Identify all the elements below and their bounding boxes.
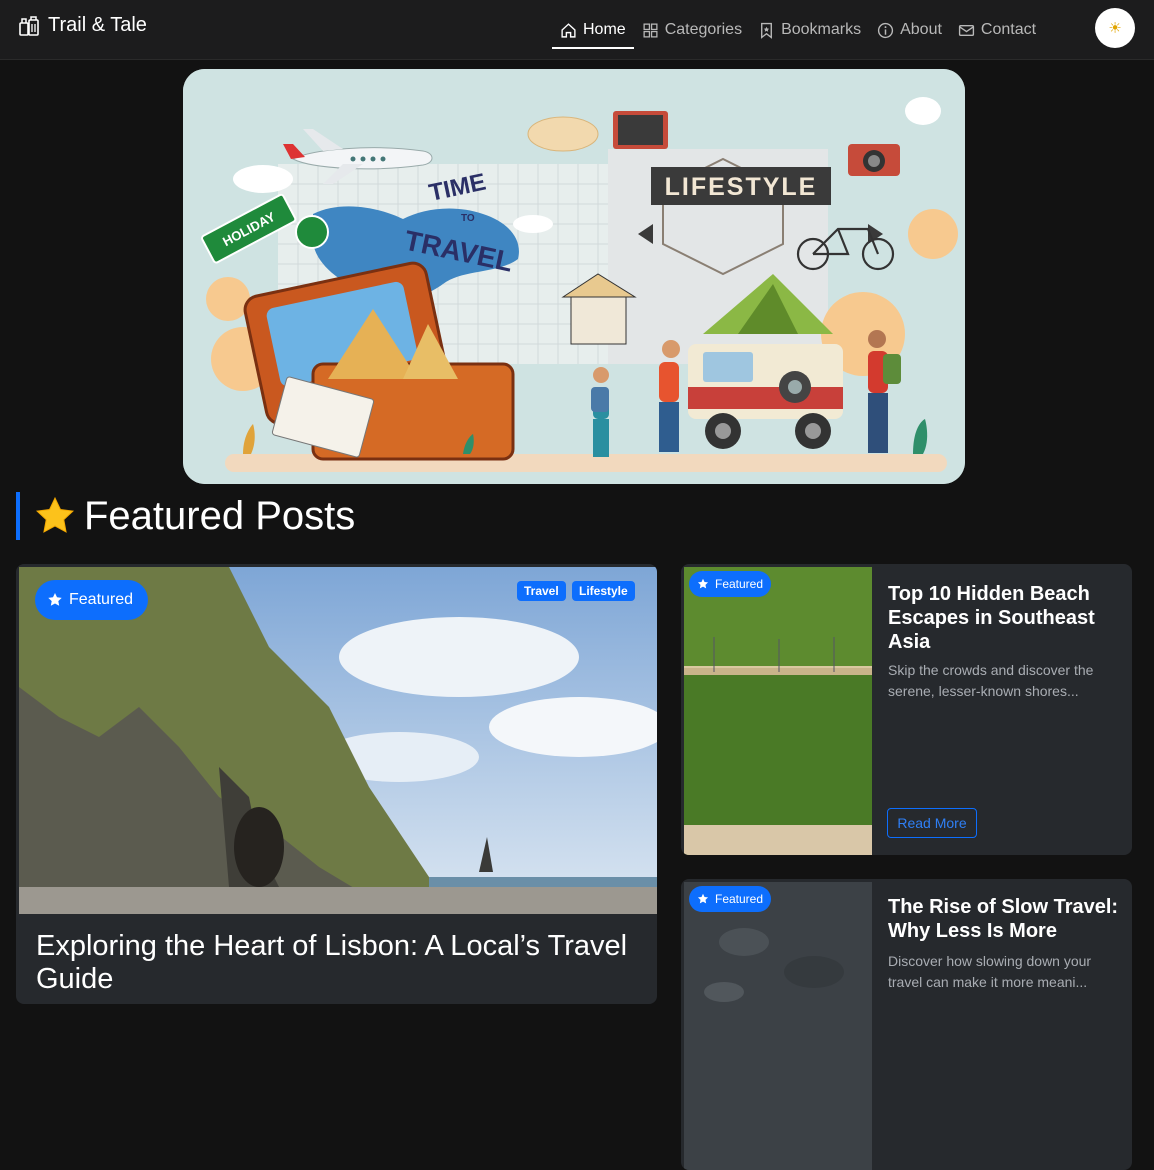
nav-home-label: Home [583, 21, 626, 38]
nav-bookmarks-label: Bookmarks [781, 21, 862, 38]
nav-home[interactable]: Home [552, 0, 634, 60]
featured-post-card-main[interactable]: Featured Travel Lifestyle Exploring the … [16, 564, 657, 1004]
nav-contact[interactable]: Contact [950, 0, 1044, 60]
theme-toggle-button[interactable]: ☀ [1095, 8, 1135, 48]
house-icon [561, 22, 576, 38]
featured-post-card-side-2[interactable]: Featured The Rise of Slow Travel: Why Le… [681, 879, 1132, 1170]
featured-posts-heading: Featured Posts [16, 491, 355, 541]
brand-name: Trail & Tale [48, 14, 147, 36]
grid-icon [643, 22, 658, 38]
nav-categories[interactable]: Categories [634, 0, 750, 60]
nav-about-label: About [900, 21, 942, 38]
top-navbar: Trail & Tale Home Categories Bookmarks A… [0, 0, 1154, 60]
read-more-button[interactable]: Read More [887, 808, 977, 838]
main-nav: Home Categories Bookmarks About Contact [552, 0, 1044, 60]
featured-post-card-side-1[interactable]: Featured Top 10 Hidden Beach Escapes in … [681, 564, 1132, 855]
post-title[interactable]: The Rise of Slow Travel: Why Less Is Mor… [888, 895, 1124, 943]
section-accent-bar [16, 492, 20, 540]
envelope-icon [958, 24, 975, 36]
featured-badge-label: Featured [69, 591, 134, 608]
nav-categories-label: Categories [664, 21, 743, 38]
featured-badge: Featured [35, 580, 149, 620]
featured-badge: Featured [689, 886, 772, 912]
post-title[interactable]: Top 10 Hidden Beach Escapes in Southeast… [888, 582, 1124, 654]
hero-lifestyle-text: LIFESTYLE [665, 173, 818, 201]
brand-link[interactable]: Trail & Tale [18, 14, 147, 37]
post-image-rocks[interactable] [684, 882, 872, 1170]
nav-about[interactable]: About [869, 0, 950, 60]
star-icon [697, 893, 709, 904]
tag-lifestyle[interactable]: Lifestyle [572, 581, 635, 601]
featured-badge-label: Featured [715, 892, 764, 906]
star-icon [697, 578, 709, 589]
sun-icon: ☀ [1108, 20, 1122, 37]
post-image-beach[interactable] [684, 567, 872, 855]
hero-illustration: HOLIDAY TIME TO TRAVEL LIFESTYLE [183, 69, 965, 484]
hero-to-text: TO [461, 213, 475, 224]
post-title[interactable]: Exploring the Heart of Lisbon: A Local’s… [36, 930, 636, 996]
post-excerpt: Discover how slowing down your travel ca… [888, 953, 1092, 990]
nav-contact-label: Contact [980, 21, 1037, 38]
info-icon [877, 22, 894, 38]
bookmark-icon [761, 22, 773, 39]
post-excerpt: Skip the crowds and discover the serene,… [888, 662, 1094, 699]
luggage-icon [19, 15, 39, 36]
featured-badge: Featured [689, 571, 772, 597]
hero-banner: HOLIDAY TIME TO TRAVEL LIFESTYLE [183, 69, 965, 484]
star-icon [35, 496, 75, 533]
section-title: Featured Posts [84, 493, 356, 538]
featured-badge-label: Featured [715, 577, 764, 591]
nav-bookmarks[interactable]: Bookmarks [750, 0, 869, 60]
tag-travel[interactable]: Travel [517, 581, 566, 601]
star-icon [48, 593, 62, 606]
